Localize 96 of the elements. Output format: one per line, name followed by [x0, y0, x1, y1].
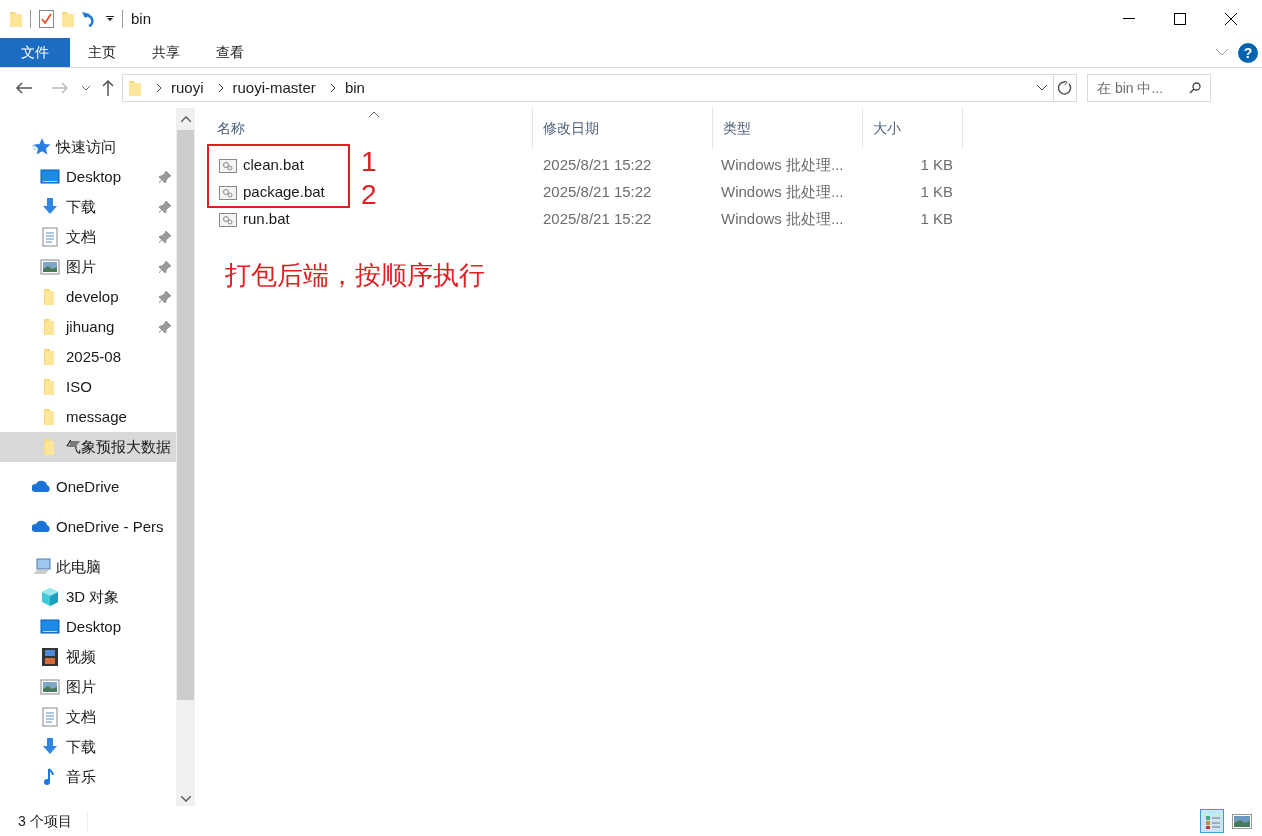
film-icon — [40, 647, 60, 667]
column-header[interactable]: 名称 — [207, 108, 533, 148]
pin-icon[interactable] — [159, 321, 171, 333]
nav-item[interactable]: 3D 对象 — [0, 582, 176, 612]
desktop-icon — [40, 167, 60, 187]
batch-file-icon — [219, 185, 237, 200]
nav-item[interactable]: develop — [0, 282, 176, 312]
nav-item[interactable]: 2025-08 — [0, 342, 176, 372]
modified-date: 2025/8/21 15:22 — [542, 155, 653, 176]
file-type: Windows 批处理... — [720, 209, 845, 230]
batch-file-icon — [219, 212, 237, 227]
nav-item[interactable]: Desktop — [0, 612, 176, 642]
up-arrow-icon[interactable] — [102, 80, 114, 96]
expand-ribbon-icon[interactable] — [1216, 49, 1228, 56]
file-type: Windows 批处理... — [720, 155, 845, 176]
window-title: bin — [131, 8, 152, 29]
nav-section-item[interactable]: OneDrive - Pers — [0, 512, 176, 542]
address-bar[interactable]: ruoyi ruoyi-master bin — [122, 74, 1077, 102]
computer-icon — [32, 557, 52, 577]
column-header[interactable]: 修改日期 — [533, 108, 713, 148]
scroll-up-icon[interactable] — [180, 116, 191, 122]
properties-checkmark-icon[interactable] — [39, 10, 54, 28]
picture-icon — [40, 677, 60, 697]
pin-icon[interactable] — [159, 231, 171, 243]
folder-icon — [128, 79, 142, 97]
picture-icon — [1231, 811, 1253, 831]
breadcrumb-link[interactable]: bin — [344, 76, 365, 100]
chevron-right-icon[interactable] — [156, 83, 162, 93]
nav-item[interactable]: 图片 — [0, 252, 176, 282]
nav-section-item[interactable]: 快速访问 — [0, 132, 176, 162]
chevron-right-icon[interactable] — [217, 83, 224, 93]
file-size: 1 KB — [919, 155, 954, 176]
ribbon-tab[interactable]: 查看 — [198, 38, 262, 67]
search-field[interactable]: 在 bin 中... — [1087, 74, 1211, 102]
nav-item[interactable]: 文档 — [0, 702, 176, 732]
file-name: run.bat — [243, 209, 290, 230]
sort-ascending-icon — [369, 112, 379, 118]
scrollbar-thumb[interactable] — [177, 130, 194, 700]
scrollbar[interactable] — [176, 108, 195, 806]
details-view-button[interactable] — [1200, 809, 1224, 833]
refresh-icon[interactable] — [1058, 81, 1072, 95]
minimize-icon — [1123, 18, 1135, 20]
ribbon-tab[interactable]: 文件 — [0, 38, 70, 67]
ribbon-tab[interactable]: 共享 — [134, 38, 198, 67]
nav-section-item[interactable]: 此电脑 — [0, 552, 176, 582]
dropdown-caret-icon[interactable] — [1037, 85, 1047, 91]
scroll-down-icon[interactable] — [180, 796, 191, 802]
modified-date: 2025/8/21 15:22 — [542, 209, 653, 230]
column-header[interactable]: 大小 — [863, 108, 963, 148]
nav-item[interactable]: jihuang — [0, 312, 176, 342]
breadcrumb-link[interactable]: ruoyi — [171, 76, 204, 100]
star-icon — [32, 137, 52, 157]
document-icon — [40, 707, 60, 727]
desktop-icon — [40, 617, 60, 637]
modified-date: 2025/8/21 15:22 — [542, 182, 653, 203]
nav-item[interactable]: 下载 — [0, 192, 176, 222]
nav-item[interactable]: 下载 — [0, 732, 176, 762]
search-icon — [1189, 82, 1201, 94]
pin-icon[interactable] — [159, 171, 171, 183]
nav-item[interactable]: message — [0, 402, 176, 432]
column-header[interactable]: 类型 — [713, 108, 863, 148]
nav-item[interactable]: 图片 — [0, 672, 176, 702]
forward-arrow-icon[interactable] — [52, 82, 68, 94]
help-icon[interactable]: ? — [1238, 42, 1258, 63]
nav-section-item[interactable]: OneDrive — [0, 472, 176, 502]
file-type: Windows 批处理... — [720, 182, 845, 203]
nav-item[interactable]: 音乐 — [0, 762, 176, 792]
picture-icon — [40, 257, 60, 277]
ribbon-tab[interactable]: 主页 — [70, 38, 134, 67]
nav-item[interactable]: ISO — [0, 372, 176, 402]
step-number: 2 — [361, 181, 377, 209]
close-icon — [1225, 13, 1237, 25]
search-placeholder: 在 bin 中... — [1097, 78, 1165, 98]
nav-item[interactable]: 视频 — [0, 642, 176, 672]
chevron-right-icon[interactable] — [329, 83, 336, 93]
breadcrumb-link[interactable]: ruoyi-master — [232, 76, 316, 100]
pin-icon[interactable] — [159, 201, 171, 213]
cube-icon — [40, 587, 60, 607]
file-name: clean.bat — [243, 155, 304, 176]
pin-icon[interactable] — [159, 261, 171, 273]
annotation-note: 打包后端，按顺序执行 — [225, 262, 485, 288]
customize-caret-icon[interactable] — [106, 16, 114, 22]
nav-item[interactable]: Desktop — [0, 162, 176, 192]
batch-file-icon — [219, 158, 237, 173]
step-number: 1 — [361, 148, 377, 176]
file-size: 1 KB — [919, 182, 954, 203]
item-count: 3 个项目 — [0, 810, 88, 832]
document-icon — [40, 227, 60, 247]
file-name: package.bat — [243, 182, 325, 203]
back-arrow-icon[interactable] — [16, 82, 32, 94]
nav-item[interactable]: 文档 — [0, 222, 176, 252]
file-size: 1 KB — [919, 209, 954, 230]
maximize-icon — [1174, 13, 1186, 25]
pin-icon[interactable] — [159, 291, 171, 303]
nav-item[interactable]: 气象预报大数据 — [0, 432, 176, 462]
recent-locations-icon[interactable] — [82, 85, 90, 91]
